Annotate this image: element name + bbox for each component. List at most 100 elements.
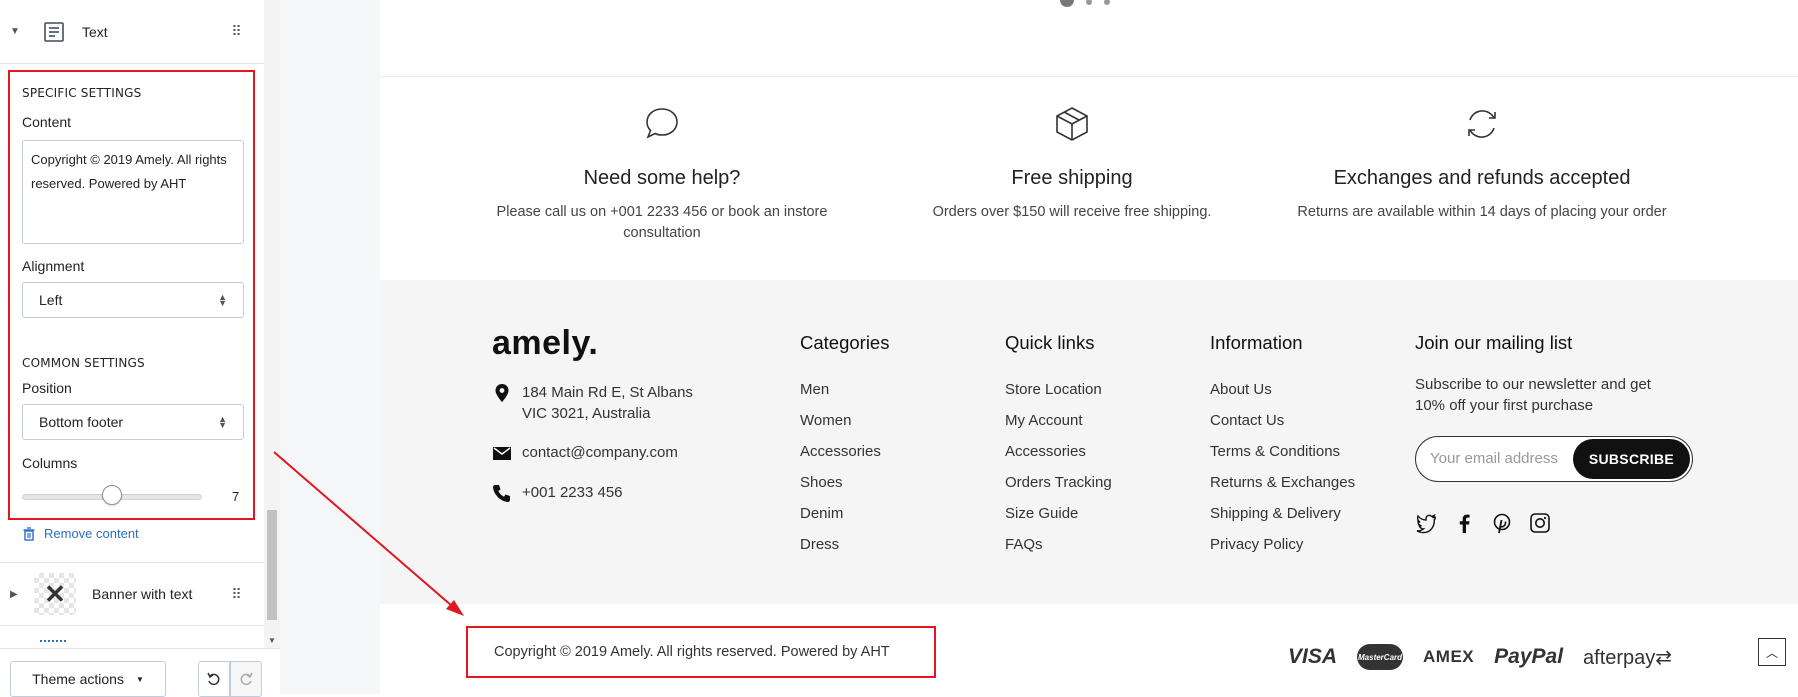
mailing-text: Subscribe to our newsletter and get 10% … [1415, 376, 1651, 414]
feature-text: Orders over $150 will receive free shipp… [932, 204, 1212, 220]
position-value: Bottom footer [39, 414, 124, 430]
footer-link[interactable]: My Account [1005, 405, 1112, 436]
text-block-icon [42, 20, 66, 44]
banner-block-label: Banner with text [92, 586, 193, 602]
pagination-dot-active[interactable] [1060, 0, 1074, 7]
refresh-icon [1468, 110, 1496, 138]
bottom-footer: Copyright © 2019 Amely. All rights reser… [380, 604, 1798, 694]
undo-icon [207, 672, 220, 686]
subscribe-button[interactable]: SUBSCRIBE [1572, 439, 1690, 479]
common-settings-title: COMMON SETTINGS [22, 356, 145, 370]
remove-content-label: Remove content [44, 526, 139, 541]
mastercard-logo: MasterCard [1357, 644, 1404, 670]
footer-link[interactable]: Terms & Conditions [1210, 436, 1355, 467]
footer-link[interactable]: Size Guide [1005, 498, 1112, 529]
afterpay-text: afterpay [1583, 646, 1656, 669]
footer-link[interactable]: Dress [800, 529, 889, 560]
visa-logo: VISA [1288, 645, 1338, 668]
select-arrows-icon: ▲ ▼ [218, 292, 227, 308]
text-block-row[interactable]: ▼ Text ⠿ [0, 0, 264, 64]
alignment-value: Left [39, 292, 63, 308]
scrollbar-thumb[interactable] [267, 510, 277, 620]
twitter-icon[interactable] [1415, 512, 1437, 534]
footer-link[interactable]: About Us [1210, 374, 1355, 405]
theme-editor-sidebar: ▼ Text ⠿ SPECIFIC SETTINGS Content Align… [0, 0, 280, 697]
phone-icon [493, 485, 510, 502]
footer-link[interactable]: Accessories [1005, 436, 1112, 467]
copyright-text: Copyright © 2019 Amely. All rights reser… [466, 626, 936, 678]
feature-title: Free shipping [1011, 167, 1133, 189]
remove-content-link[interactable]: Remove content [22, 526, 139, 541]
editor-gutter [280, 0, 380, 694]
specific-settings-title: SPECIFIC SETTINGS [22, 86, 142, 100]
address-line2: VIC 3021, Australia [522, 405, 651, 422]
newsletter-form: Your email address SUBSCRIBE [1415, 436, 1693, 482]
footer-logo[interactable]: amely. [492, 324, 598, 363]
columns-value: 7 [232, 489, 240, 504]
social-links [1415, 512, 1551, 534]
quick-links-title: Quick links [1005, 332, 1095, 353]
footer-link[interactable]: Contact Us [1210, 405, 1355, 436]
chat-bubble-icon [646, 108, 678, 139]
sidebar-footer: Theme actions ▼ [0, 648, 280, 697]
next-block-icon [40, 640, 66, 644]
collapse-caret-icon[interactable]: ▼ [10, 26, 24, 37]
theme-actions-label: Theme actions [32, 671, 124, 687]
footer-link[interactable]: Denim [800, 498, 889, 529]
content-textarea[interactable] [22, 140, 244, 244]
instagram-icon[interactable] [1529, 512, 1551, 534]
footer-link[interactable]: FAQs [1005, 529, 1112, 560]
pagination-dot[interactable] [1104, 0, 1110, 5]
pagination-dot[interactable] [1086, 0, 1092, 5]
envelope-icon [493, 447, 511, 460]
scroll-down-arrow-icon[interactable]: ▼ [268, 636, 276, 645]
location-pin-icon [495, 384, 509, 402]
paypal-logo: PayPal [1494, 645, 1564, 668]
sidebar-scroll-area: ▼ Text ⠿ SPECIFIC SETTINGS Content Align… [0, 0, 264, 648]
quick-links-column: Quick links Store Location My Account Ac… [1005, 332, 1112, 560]
phone-text[interactable]: +001 2233 456 [522, 482, 623, 503]
footer-phone: +001 2233 456 [492, 482, 623, 503]
footer-link[interactable]: Shoes [800, 467, 889, 498]
pinterest-icon[interactable] [1491, 512, 1513, 534]
feature-returns: Exchanges and refunds accepted Returns a… [1292, 104, 1672, 223]
footer-link[interactable]: Women [800, 405, 889, 436]
categories-title: Categories [800, 332, 890, 353]
drag-handle-icon[interactable]: ⠿ [226, 23, 246, 40]
footer-link[interactable]: Men [800, 374, 889, 405]
footer-link[interactable]: Orders Tracking [1005, 467, 1112, 498]
facebook-icon[interactable] [1453, 512, 1475, 534]
position-select[interactable]: Bottom footer ▲ ▼ [22, 404, 244, 440]
theme-actions-button[interactable]: Theme actions ▼ [10, 661, 166, 697]
footer-link[interactable]: Privacy Policy [1210, 529, 1355, 560]
banner-thumbnail: ✕ [34, 573, 76, 615]
footer-link[interactable]: Store Location [1005, 374, 1112, 405]
content-label: Content [22, 114, 72, 130]
alignment-select[interactable]: Left ▲ ▼ [22, 282, 244, 318]
email-input[interactable]: Your email address [1430, 450, 1558, 467]
position-label: Position [22, 380, 72, 396]
footer-link[interactable]: Shipping & Delivery [1210, 498, 1355, 529]
columns-label: Columns [22, 455, 78, 471]
divider [380, 76, 1798, 77]
expand-caret-icon[interactable]: ▶ [10, 589, 24, 600]
feature-text: Please call us on +001 2233 456 or book … [496, 204, 828, 241]
back-to-top-button[interactable]: ︿ [1758, 638, 1786, 666]
footer-link[interactable]: Returns & Exchanges [1210, 467, 1355, 498]
text-block-label: Text [82, 23, 108, 40]
settings-highlight-box: SPECIFIC SETTINGS Content Alignment Left… [8, 70, 255, 520]
redo-button[interactable] [230, 661, 262, 697]
drag-handle-icon[interactable]: ⠿ [226, 586, 246, 603]
information-title: Information [1210, 332, 1303, 353]
chevron-up-icon: ︿ [1765, 645, 1778, 660]
email-text[interactable]: contact@company.com [522, 442, 678, 463]
feature-shipping: Free shipping Orders over $150 will rece… [882, 104, 1262, 223]
redo-icon [240, 672, 253, 686]
banner-block-row[interactable]: ▶ ✕ Banner with text ⠿ [0, 562, 264, 626]
mailing-list-column: Join our mailing list Subscribe to our n… [1415, 332, 1715, 562]
slider-pagination [1060, 0, 1110, 7]
columns-slider-thumb[interactable] [102, 485, 122, 505]
footer-link[interactable]: Accessories [800, 436, 889, 467]
undo-button[interactable] [198, 661, 230, 697]
sidebar-scrollbar[interactable]: ▼ [264, 0, 280, 648]
